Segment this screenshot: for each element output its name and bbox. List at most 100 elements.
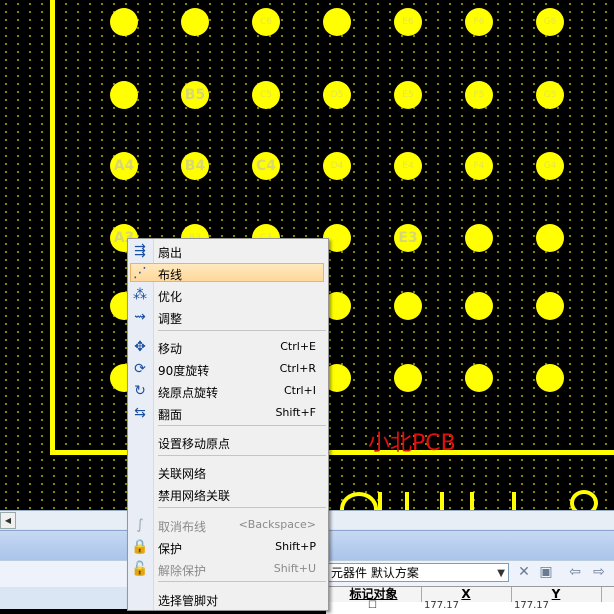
- menu-item-label: 扇出: [158, 246, 183, 260]
- menu-item-label: 布线: [158, 268, 183, 282]
- pad[interactable]: [394, 292, 422, 320]
- menu-item[interactable]: ✥ 移动 Ctrl+E: [128, 336, 328, 358]
- arrow-right-icon[interactable]: ⇨: [590, 563, 608, 581]
- rotate90-icon: ⟳: [134, 361, 146, 377]
- menu-item-shortcut: Ctrl+I: [283, 384, 316, 397]
- menu-item-shortcut: Ctrl+R: [279, 362, 316, 375]
- pad[interactable]: [394, 364, 422, 392]
- menu-item-label: 绕原点旋转: [158, 386, 219, 400]
- menu-item[interactable]: 禁用网络关联: [128, 483, 328, 505]
- cell-y: 177.17: [514, 600, 549, 611]
- pad[interactable]: B4: [181, 152, 209, 180]
- scheme-combo[interactable]: 元器件 默认方案 ▼: [326, 563, 509, 582]
- fanout-icon: ⇶: [134, 243, 146, 259]
- pad[interactable]: E3: [394, 224, 422, 252]
- silkscreen-shape: [378, 492, 382, 510]
- pad[interactable]: [536, 224, 564, 252]
- board-outline-left: [50, 0, 55, 455]
- menu-item[interactable]: 🔓 解除保护 Shift+U: [128, 558, 328, 580]
- context-menu: ⇶ 扇出 ⋰ 布线 ⁂ 优化 ⇝ 调整 ✥ 移动 Ctrl+E ⟳ 90度旋转 Ctrl+R ↻ 绕原点旋转 C…: [127, 238, 329, 611]
- pad[interactable]: B5: [181, 81, 209, 109]
- scroll-left-icon[interactable]: ◀: [0, 512, 16, 529]
- menu-item-label: 禁用网络关联: [158, 489, 231, 503]
- menu-item[interactable]: 关联网络: [128, 461, 328, 483]
- scheme-combo-value: 元器件 默认方案: [331, 566, 419, 580]
- menu-separator: [158, 425, 326, 426]
- menu-item-label: 取消布线: [158, 520, 207, 534]
- silkscreen-shape: [512, 492, 516, 510]
- pad[interactable]: C4: [252, 152, 280, 180]
- menu-separator: [158, 581, 326, 582]
- pad[interactable]: [536, 292, 564, 320]
- pad[interactable]: A4: [110, 152, 138, 180]
- menu-item[interactable]: ⇝ 调整: [128, 306, 328, 328]
- route-icon: ⋰: [133, 265, 147, 281]
- silkscreen-shape: [440, 492, 444, 510]
- menu-item[interactable]: ⟳ 90度旋转 Ctrl+R: [128, 358, 328, 380]
- menu-item[interactable]: ⇶ 扇出: [128, 240, 328, 262]
- menu-item-label: 优化: [158, 290, 183, 304]
- pad[interactable]: [323, 8, 351, 36]
- rotate-origin-icon: ↻: [134, 383, 146, 399]
- adjust-icon: ⇝: [134, 309, 146, 325]
- pad[interactable]: F5: [465, 81, 493, 109]
- menu-separator: [158, 330, 326, 331]
- menu-item[interactable]: ⋰ 布线: [128, 262, 328, 284]
- lock-icon: 🔒: [131, 539, 149, 555]
- menu-item-label: 移动: [158, 342, 183, 356]
- pad[interactable]: F6: [465, 8, 493, 36]
- menu-item-label: 解除保护: [158, 564, 207, 578]
- unlock-icon: 🔓: [131, 561, 149, 577]
- menu-item-shortcut: Ctrl+E: [280, 340, 316, 353]
- pad[interactable]: C6: [252, 8, 280, 36]
- menu-item[interactable]: 设置移动原点: [128, 431, 328, 453]
- pad[interactable]: [181, 8, 209, 36]
- chevron-down-icon[interactable]: ▼: [497, 564, 505, 583]
- silkscreen-shape: [405, 492, 409, 510]
- close-icon[interactable]: ✕: [515, 563, 533, 581]
- menu-item[interactable]: 选择管脚对: [128, 588, 328, 610]
- menu-item-label: 翻面: [158, 408, 183, 422]
- menu-item[interactable]: ∫ 取消布线 <Backspace>: [128, 514, 328, 536]
- pad[interactable]: [465, 224, 493, 252]
- pad[interactable]: D5: [323, 81, 351, 109]
- menu-item-label: 关联网络: [158, 467, 207, 481]
- menu-item-label: 设置移动原点: [158, 437, 231, 451]
- pad[interactable]: [465, 292, 493, 320]
- pad[interactable]: E5: [394, 81, 422, 109]
- cell-x: 177.17: [424, 600, 459, 611]
- menu-item-shortcut: Shift+U: [273, 562, 316, 575]
- menu-item[interactable]: ⇆ 翻面 Shift+F: [128, 402, 328, 424]
- menu-item-shortcut: Shift+P: [275, 540, 316, 553]
- flip-icon: ⇆: [134, 405, 146, 421]
- apply-icon[interactable]: ▣: [537, 563, 555, 581]
- arrow-left-icon[interactable]: ⇦: [566, 563, 584, 581]
- menu-separator: [158, 507, 326, 508]
- silkscreen-shape: [570, 490, 598, 510]
- pad[interactable]: G5: [536, 81, 564, 109]
- menu-item-shortcut: Shift+F: [275, 406, 316, 419]
- pad[interactable]: F4: [465, 152, 493, 180]
- menu-item-label: 保护: [158, 542, 183, 556]
- pad[interactable]: [110, 81, 138, 109]
- silkscreen-shape: [470, 492, 474, 510]
- move-icon: ✥: [134, 339, 146, 355]
- pad[interactable]: [465, 364, 493, 392]
- pad[interactable]: E4: [394, 152, 422, 180]
- pad[interactable]: C5: [252, 81, 280, 109]
- checkbox-icon[interactable]: ☐: [368, 600, 377, 611]
- pad[interactable]: D4: [323, 152, 351, 180]
- menu-item-label: 调整: [158, 312, 183, 326]
- pad[interactable]: [536, 364, 564, 392]
- pad[interactable]: [110, 8, 138, 36]
- menu-item[interactable]: ↻ 绕原点旋转 Ctrl+I: [128, 380, 328, 402]
- pad[interactable]: G4: [536, 152, 564, 180]
- unroute-icon: ∫: [136, 517, 144, 533]
- table-row[interactable]: ☐ 177.17 177.17: [326, 600, 614, 614]
- menu-item[interactable]: ⁂ 优化: [128, 284, 328, 306]
- watermark-text: 小北PCB: [368, 431, 456, 456]
- menu-item-label: 选择管脚对: [158, 594, 219, 608]
- pad[interactable]: E6: [394, 8, 422, 36]
- pad[interactable]: G6: [536, 8, 564, 36]
- menu-item[interactable]: 🔒 保护 Shift+P: [128, 536, 328, 558]
